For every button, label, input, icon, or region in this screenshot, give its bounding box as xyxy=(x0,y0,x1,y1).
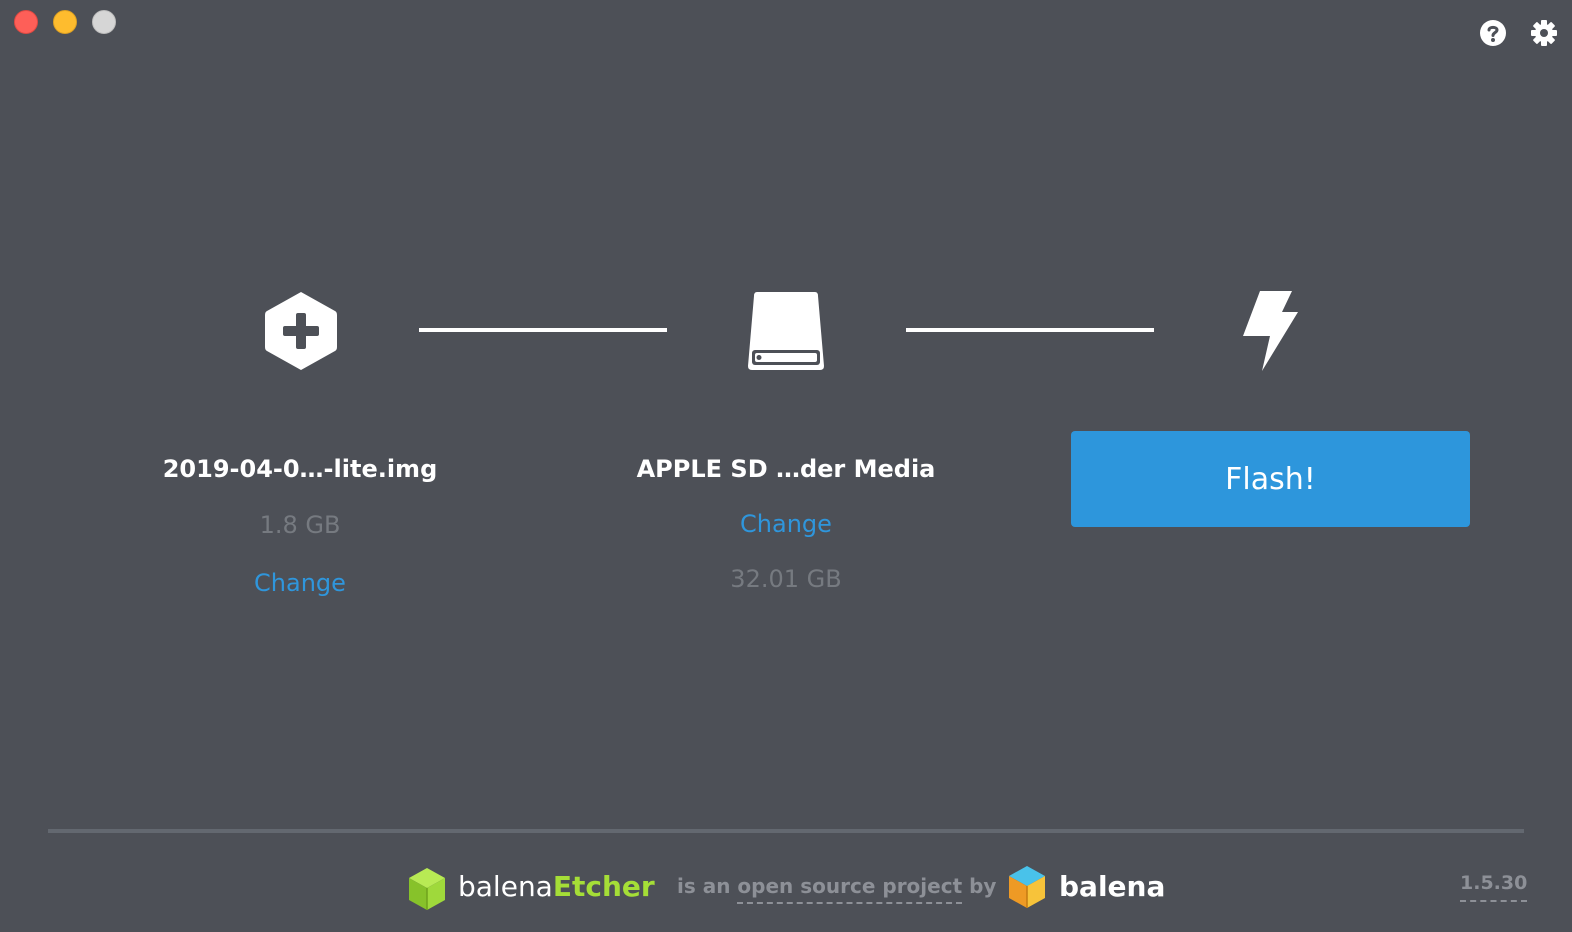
step-connector xyxy=(906,328,1154,332)
change-drive-button[interactable]: Change xyxy=(610,510,962,538)
drive-size: 32.01 GB xyxy=(730,565,842,593)
flash-button[interactable]: Flash! xyxy=(1071,431,1470,527)
gear-icon[interactable] xyxy=(1529,18,1559,48)
tagline-prefix: is an xyxy=(677,874,738,898)
footer-divider xyxy=(48,829,1524,833)
minimize-window-button[interactable] xyxy=(53,10,77,34)
close-window-button[interactable] xyxy=(14,10,38,34)
drive-icon[interactable] xyxy=(746,290,826,372)
zoom-window-button[interactable] xyxy=(92,10,116,34)
balena-etcher-logo-icon[interactable] xyxy=(406,866,448,912)
selected-drive-name: APPLE SD …der Media xyxy=(636,455,936,483)
image-size: 1.8 GB xyxy=(259,511,341,539)
step-connector xyxy=(419,328,667,332)
etcher-brand[interactable]: balenaEtcher xyxy=(458,870,655,903)
change-image-button[interactable]: Change xyxy=(150,569,450,597)
version-label[interactable]: 1.5.30 xyxy=(1460,872,1528,902)
open-source-link[interactable]: open source project xyxy=(737,874,963,904)
tagline-suffix: by xyxy=(962,874,997,898)
lightning-icon xyxy=(1243,291,1298,371)
question-circle-icon[interactable] xyxy=(1478,18,1508,48)
brand-etcher-part: Etcher xyxy=(552,870,655,903)
selected-image-name: 2019-04-0…-lite.img xyxy=(162,455,438,483)
open-source-tagline: is an open source project by xyxy=(677,874,997,904)
hexagon-plus-icon[interactable] xyxy=(263,290,339,372)
window-controls xyxy=(14,10,116,34)
balena-logo-icon[interactable] xyxy=(1006,864,1048,910)
brand-balena-part: balena xyxy=(458,870,553,903)
balena-company-link[interactable]: balena xyxy=(1059,870,1165,903)
